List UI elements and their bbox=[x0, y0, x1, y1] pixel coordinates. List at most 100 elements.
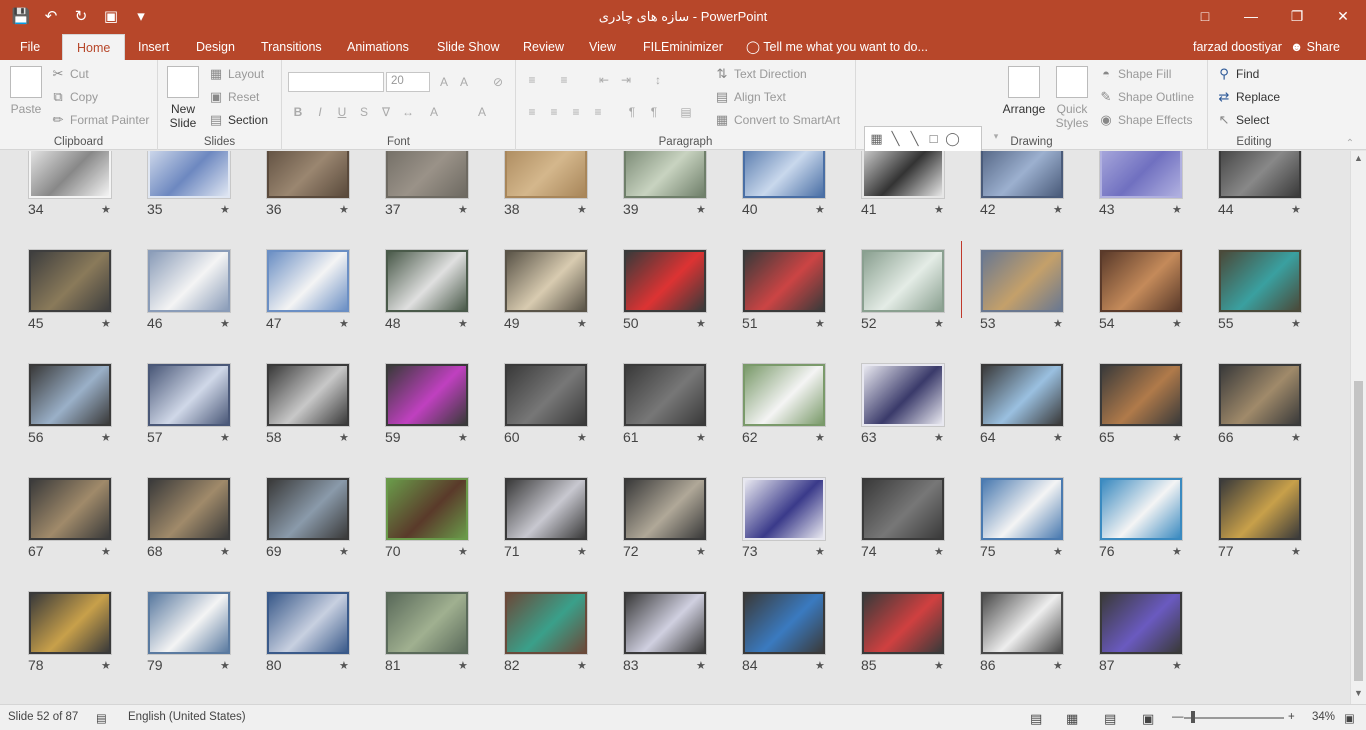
animation-star-icon[interactable]: ★ bbox=[577, 659, 587, 672]
animation-star-icon[interactable]: ★ bbox=[934, 659, 944, 672]
animation-star-icon[interactable]: ★ bbox=[696, 203, 706, 216]
zoom-slider[interactable] bbox=[1184, 717, 1284, 719]
animation-star-icon[interactable]: ★ bbox=[339, 203, 349, 216]
slide-thumbnail[interactable] bbox=[147, 151, 231, 199]
close-icon[interactable]: ✕ bbox=[1320, 0, 1366, 32]
animation-star-icon[interactable]: ★ bbox=[1291, 203, 1301, 216]
zoom-slider-thumb[interactable] bbox=[1191, 711, 1195, 723]
paste-button[interactable]: Paste bbox=[8, 66, 44, 116]
animation-star-icon[interactable]: ★ bbox=[1053, 659, 1063, 672]
font-size-box[interactable]: 20 bbox=[386, 72, 430, 92]
animation-star-icon[interactable]: ★ bbox=[1172, 659, 1182, 672]
new-slide-button[interactable]: New Slide bbox=[166, 66, 200, 130]
shrink-font-icon[interactable]: A bbox=[454, 72, 474, 92]
zoom-out-icon[interactable]: — bbox=[1172, 711, 1184, 723]
zoom-level[interactable]: 34% bbox=[1312, 711, 1335, 723]
align-right-icon[interactable]: ≡ bbox=[566, 102, 586, 122]
animation-star-icon[interactable]: ★ bbox=[458, 659, 468, 672]
slide-thumbnail[interactable] bbox=[504, 151, 588, 199]
slide-thumbnail[interactable] bbox=[504, 249, 588, 313]
slide-thumbnail[interactable] bbox=[861, 151, 945, 199]
text-direction-button[interactable]: ⇅ Text Direction bbox=[714, 66, 807, 82]
slide-thumbnail[interactable] bbox=[147, 591, 231, 655]
grow-font-icon[interactable]: A bbox=[434, 72, 454, 92]
animation-star-icon[interactable]: ★ bbox=[1053, 431, 1063, 444]
animation-star-icon[interactable]: ★ bbox=[577, 431, 587, 444]
cut-button[interactable]: ✂ Cut bbox=[50, 66, 89, 82]
section-button[interactable]: ▤ Section bbox=[208, 112, 268, 128]
animation-star-icon[interactable]: ★ bbox=[696, 431, 706, 444]
char-spacing-icon[interactable]: ↔ bbox=[398, 102, 418, 122]
animation-star-icon[interactable]: ★ bbox=[339, 317, 349, 330]
slideshow-view-icon[interactable]: ▣ bbox=[1142, 711, 1154, 727]
animation-star-icon[interactable]: ★ bbox=[815, 431, 825, 444]
gallery-more-icon[interactable]: ▾ bbox=[986, 126, 1006, 146]
slide-thumbnail[interactable] bbox=[28, 249, 112, 313]
slide-thumbnail[interactable] bbox=[1099, 249, 1183, 313]
slide-thumbnail[interactable] bbox=[980, 151, 1064, 199]
animation-star-icon[interactable]: ★ bbox=[101, 431, 111, 444]
tab-transitions[interactable]: Transitions bbox=[261, 34, 322, 60]
slide-thumbnail[interactable] bbox=[623, 363, 707, 427]
slide-thumbnail[interactable] bbox=[147, 249, 231, 313]
animation-star-icon[interactable]: ★ bbox=[101, 659, 111, 672]
slide-thumbnail[interactable] bbox=[28, 363, 112, 427]
spelling-icon[interactable]: ▤ bbox=[96, 711, 107, 725]
tab-fileminimizer[interactable]: FILEminimizer bbox=[643, 34, 723, 60]
slide-thumbnail[interactable] bbox=[980, 591, 1064, 655]
animation-star-icon[interactable]: ★ bbox=[696, 317, 706, 330]
decrease-indent-icon[interactable]: ⇤ bbox=[594, 70, 614, 90]
increase-indent-icon[interactable]: ⇥ bbox=[616, 70, 636, 90]
animation-star-icon[interactable]: ★ bbox=[339, 545, 349, 558]
animation-star-icon[interactable]: ★ bbox=[220, 203, 230, 216]
tab-slide-show[interactable]: Slide Show bbox=[437, 34, 500, 60]
tab-review[interactable]: Review bbox=[523, 34, 564, 60]
slide-thumbnail[interactable] bbox=[385, 249, 469, 313]
reading-view-icon[interactable]: ▤ bbox=[1104, 711, 1116, 727]
bold-icon[interactable]: B bbox=[288, 102, 308, 122]
animation-star-icon[interactable]: ★ bbox=[696, 659, 706, 672]
tell-me-input[interactable]: ◯ Tell me what you want to do... bbox=[746, 34, 928, 60]
share-button[interactable]: ☻ Share bbox=[1290, 34, 1340, 60]
slide-thumbnail[interactable] bbox=[742, 363, 826, 427]
slide-thumbnail[interactable] bbox=[1099, 591, 1183, 655]
slide-thumbnail[interactable] bbox=[385, 363, 469, 427]
slide-sorter-view-icon[interactable]: ▦ bbox=[1066, 711, 1078, 727]
slide-thumbnail[interactable] bbox=[742, 151, 826, 199]
slide-thumbnail[interactable] bbox=[1218, 151, 1302, 199]
normal-view-icon[interactable]: ▤ bbox=[1030, 711, 1042, 727]
slide-thumbnail[interactable] bbox=[385, 591, 469, 655]
layout-button[interactable]: ▦ Layout bbox=[208, 66, 264, 82]
slide-thumbnail[interactable] bbox=[861, 477, 945, 541]
justify-icon[interactable]: ≡ bbox=[588, 102, 608, 122]
slide-thumbnail[interactable] bbox=[623, 477, 707, 541]
slide-thumbnail[interactable] bbox=[742, 591, 826, 655]
animation-star-icon[interactable]: ★ bbox=[339, 431, 349, 444]
restore-icon[interactable]: ❐ bbox=[1274, 0, 1320, 32]
animation-star-icon[interactable]: ★ bbox=[1172, 317, 1182, 330]
animation-star-icon[interactable]: ★ bbox=[1291, 317, 1301, 330]
select-button[interactable]: ↖ Select bbox=[1216, 112, 1270, 128]
slide-thumbnail[interactable] bbox=[861, 591, 945, 655]
oval-shape-icon[interactable]: ◯ bbox=[943, 129, 962, 148]
animation-star-icon[interactable]: ★ bbox=[1291, 545, 1301, 558]
animation-star-icon[interactable]: ★ bbox=[220, 317, 230, 330]
convert-smartart-button[interactable]: ▦ Convert to SmartArt bbox=[714, 112, 840, 128]
slide-thumbnail[interactable] bbox=[623, 249, 707, 313]
line-shape-icon[interactable]: ╲ bbox=[905, 129, 924, 148]
slide-thumbnail[interactable] bbox=[504, 477, 588, 541]
language-indicator[interactable]: English (United States) bbox=[128, 711, 246, 723]
find-button[interactable]: ⚲ Find bbox=[1216, 66, 1259, 82]
ribbon-display-icon[interactable]: □ bbox=[1182, 0, 1228, 32]
numbering-icon[interactable]: ≡ bbox=[554, 70, 574, 90]
quick-styles-button[interactable]: Quick Styles bbox=[1052, 66, 1092, 130]
slide-thumbnail[interactable] bbox=[266, 591, 350, 655]
ltr-icon[interactable]: ¶ bbox=[622, 102, 642, 122]
animation-star-icon[interactable]: ★ bbox=[458, 317, 468, 330]
reset-button[interactable]: ▣ Reset bbox=[208, 89, 260, 105]
slide-thumbnail[interactable] bbox=[266, 477, 350, 541]
animation-star-icon[interactable]: ★ bbox=[1172, 203, 1182, 216]
slide-thumbnail[interactable] bbox=[504, 591, 588, 655]
animation-star-icon[interactable]: ★ bbox=[220, 431, 230, 444]
slide-thumbnail[interactable] bbox=[266, 249, 350, 313]
